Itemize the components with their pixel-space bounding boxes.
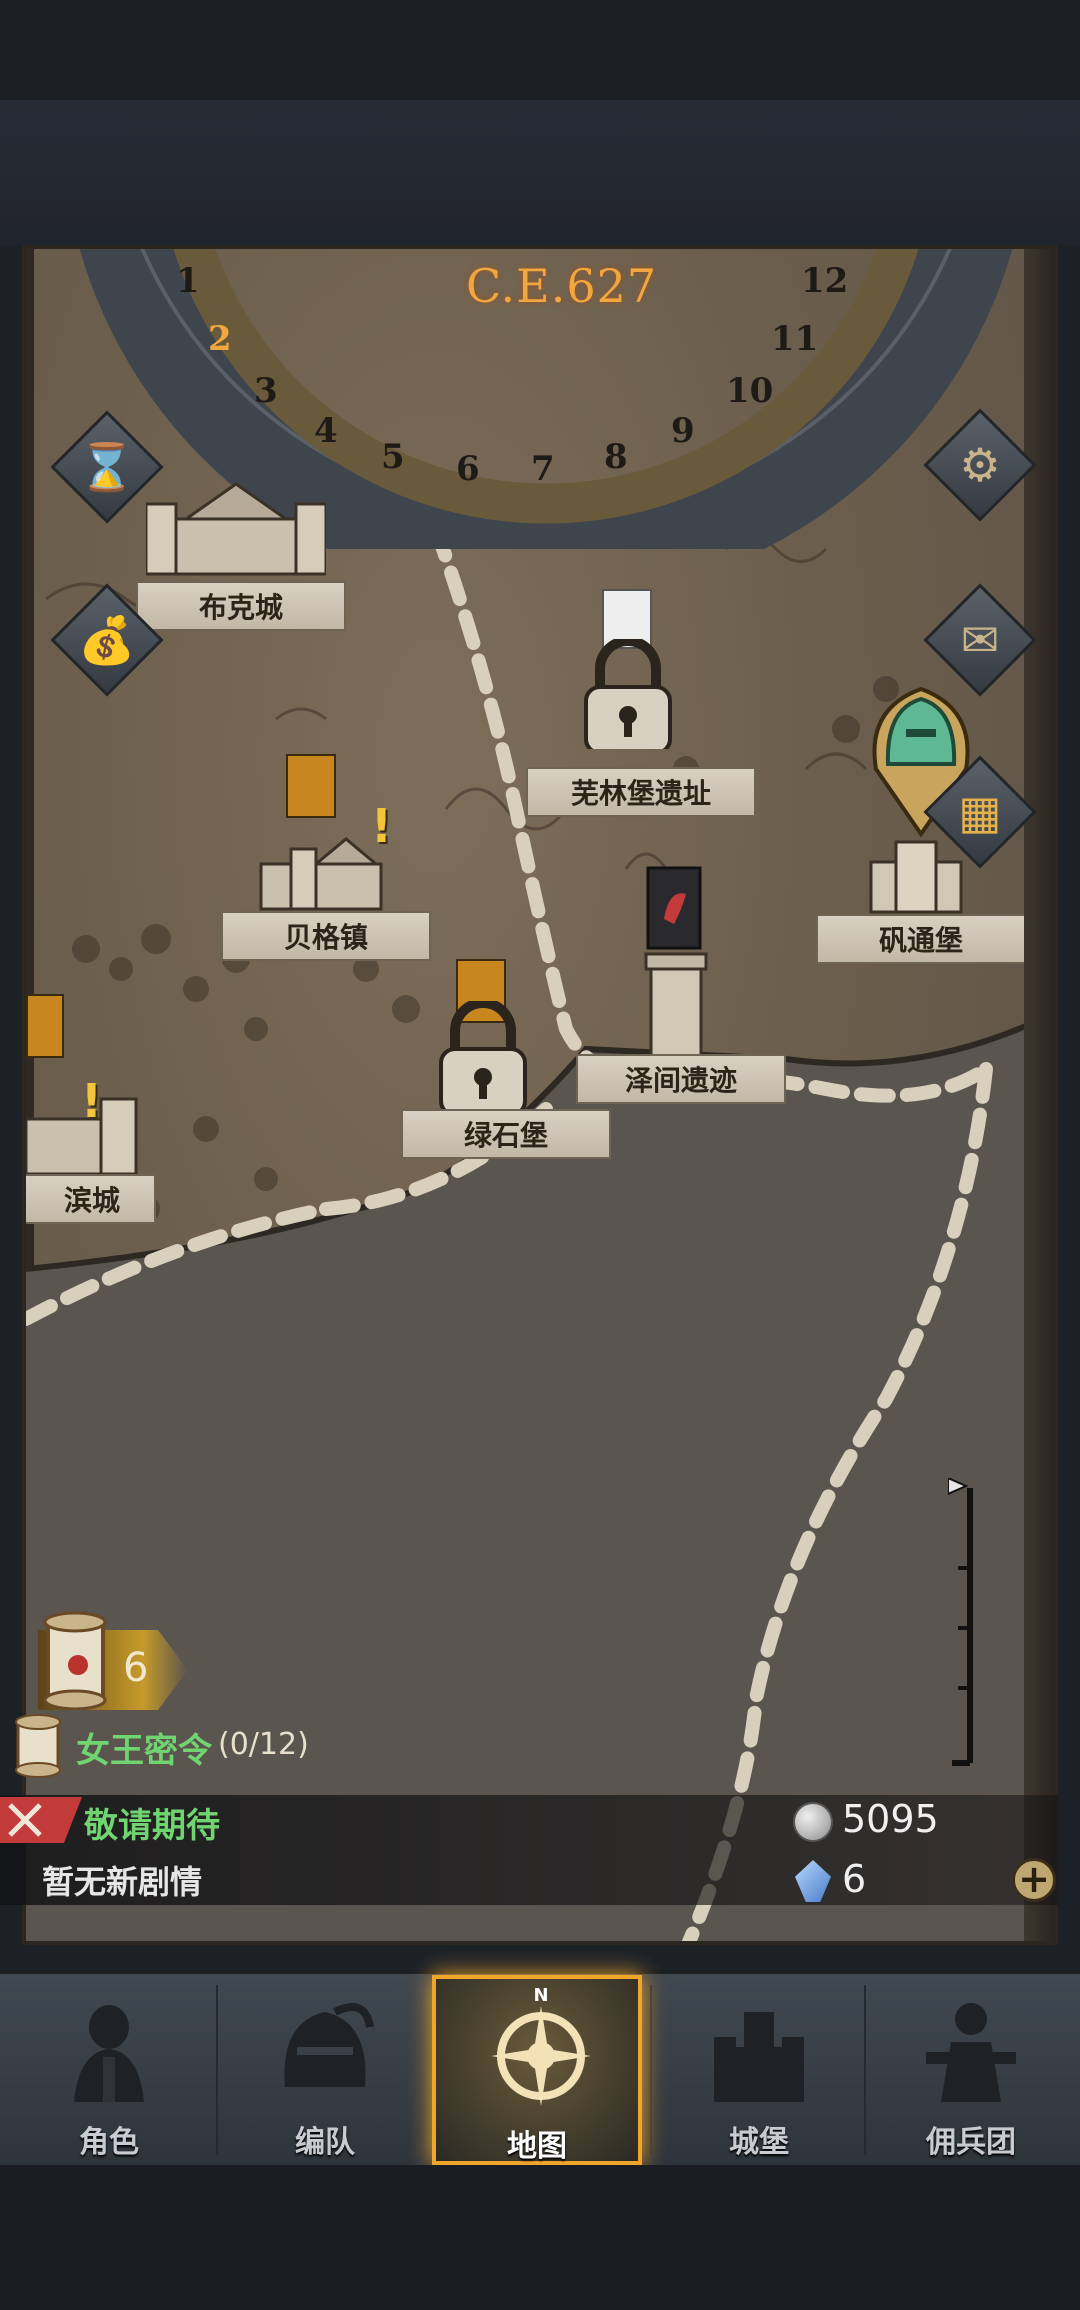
story-subtitle: 暂无新剧情 [42,1863,203,1901]
tab-divider [650,1985,652,2155]
month-5: 5 [381,437,405,477]
location-label-wulin: 芜林堡遗址 [526,767,756,817]
location-label-binchen: 滨城 [26,1174,156,1224]
money-bag-button[interactable]: 💰 [50,583,164,697]
silver-amount: 5095 [842,1797,939,1841]
ruin-tower-icon [644,952,708,1061]
location-label-beige: 贝格镇 [221,911,431,961]
month-6: 6 [456,449,480,489]
town-icon [259,837,383,911]
month-12: 12 [801,261,849,301]
tab-label: 城堡 [729,2125,789,2160]
money-bag-icon: 💰 [78,613,136,667]
faction-banner [286,754,336,818]
month-9: 9 [671,411,695,451]
mail-button[interactable]: ✉ [923,583,1037,697]
tab-map[interactable]: N 地图 [432,1975,642,2165]
month-10: 10 [726,371,774,411]
status-bar-area [0,0,1080,100]
month-2: 2 [208,319,232,359]
compass-icon [491,2006,591,2106]
calendar-grid-button[interactable]: ▦ [923,755,1037,869]
tab-mercenary[interactable]: 佣兵团 [866,1975,1076,2165]
nav-bar-area [0,2165,1080,2310]
castle-icon [26,1097,138,1176]
hourglass-button[interactable]: ⌛ [50,410,164,524]
mail-icon: ✉ [960,613,1000,667]
faction-banner [26,994,64,1058]
month-7: 7 [531,449,555,489]
world-map[interactable]: C.E.627 1 2 3 4 5 6 7 8 9 10 11 12 布克城 芜… [22,245,1058,1945]
mercenary-icon [926,2003,1016,2102]
top-header [0,100,1080,245]
knight-icon [74,2005,144,2102]
location-lvshi[interactable]: 绿石堡 [381,959,611,1179]
tab-formation[interactable]: 编队 [220,1975,430,2165]
tab-label: 角色 [79,2125,139,2160]
month-8: 8 [604,437,628,477]
location-label-lvshi: 绿石堡 [401,1109,611,1159]
settings-button[interactable]: ⚙ [923,408,1037,522]
scroll-icon [43,1611,107,1710]
queen-order-scroll-icon [15,1714,61,1778]
calendar-grid-icon: ▦ [958,785,1002,839]
current-year: C.E.627 [466,259,658,313]
location-binchen[interactable]: ! 滨城 [26,994,186,1234]
crossed-swords-icon [8,1803,42,1837]
story-title: 敬请期待 [84,1806,220,1846]
gear-icon: ⚙ [959,438,1001,492]
scroll-count: 6 [123,1645,149,1691]
tab-divider [216,1985,218,2155]
queen-order-progress: (0/12) [218,1727,309,1762]
tab-label: 编队 [295,2125,355,2160]
month-3: 3 [254,371,278,411]
hourglass-icon: ⌛ [78,440,136,494]
lock-icon [584,639,672,749]
tab-castle[interactable]: 城堡 [654,1975,864,2165]
silver-coin-icon [793,1802,833,1842]
helmet-icon [284,2003,374,2087]
lock-icon [439,1001,527,1111]
queen-order-title[interactable]: 女王密令 [76,1723,212,1772]
month-11: 11 [771,319,819,359]
location-label-fantong: 矾通堡 [816,914,1026,964]
castle-icon [146,482,326,576]
location-label-buke: 布克城 [136,581,346,631]
tab-label: 佣兵团 [926,2125,1016,2160]
month-1: 1 [176,261,200,301]
tab-label: 地图 [507,2129,567,2164]
progress-flag-scale [948,1478,973,1766]
crystal-amount: 6 [842,1857,867,1901]
location-beige[interactable]: ! 贝格镇 [201,754,431,984]
castle-icon [714,2012,804,2102]
add-currency-button[interactable]: + [1012,1858,1056,1902]
location-wulin[interactable]: 芜林堡遗址 [526,589,756,819]
tab-character[interactable]: 角色 [4,1975,214,2165]
